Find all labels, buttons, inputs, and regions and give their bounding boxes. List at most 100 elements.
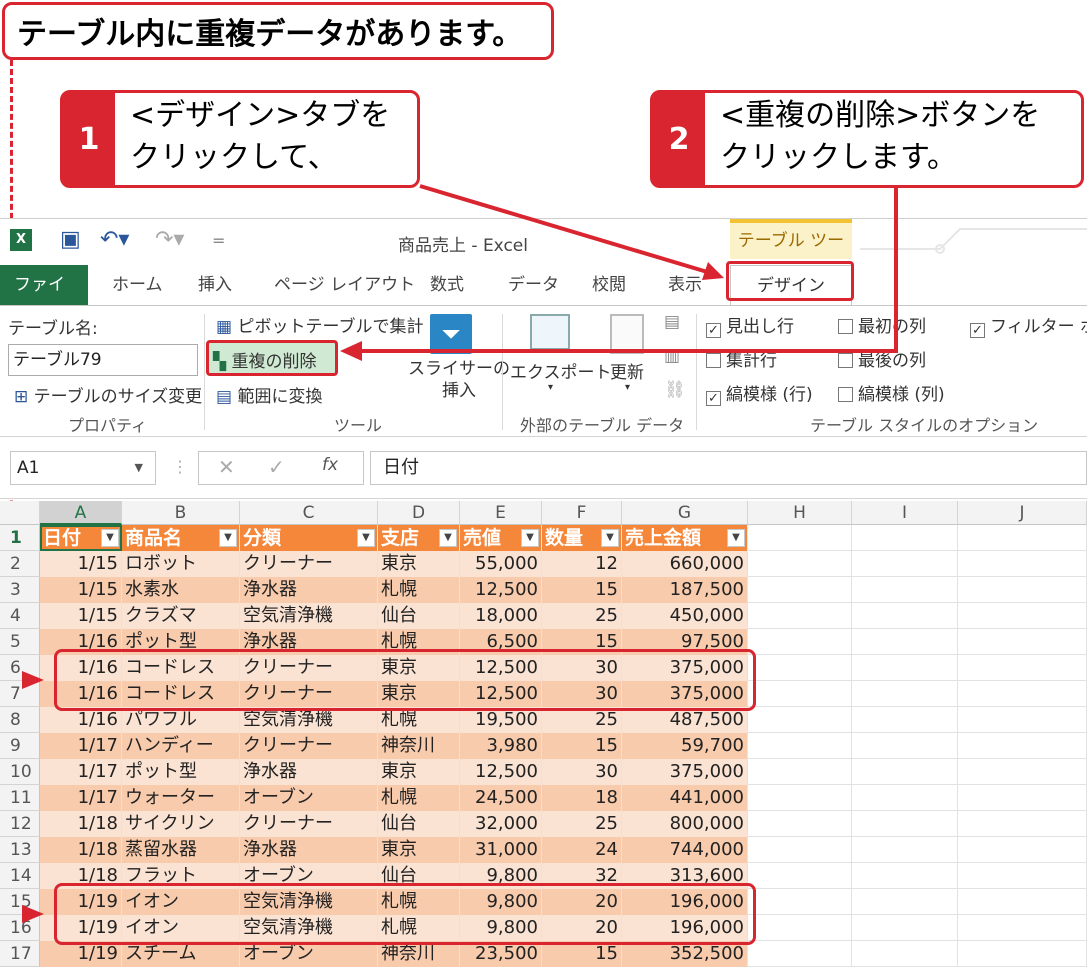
empty-cell[interactable]	[748, 837, 852, 863]
filter-dropdown-icon[interactable]: ▼	[727, 529, 745, 547]
empty-cell[interactable]	[958, 525, 1087, 551]
empty-cell[interactable]	[852, 889, 958, 915]
column-header-I[interactable]: I	[852, 501, 958, 525]
row-header-9[interactable]: 9	[0, 733, 40, 759]
table-cell[interactable]: 12,500	[460, 577, 542, 603]
empty-cell[interactable]	[748, 577, 852, 603]
table-cell[interactable]: 東京	[378, 551, 460, 577]
table-cell[interactable]: クリーナー	[240, 811, 378, 837]
empty-cell[interactable]	[958, 655, 1087, 681]
empty-cell[interactable]	[958, 915, 1087, 941]
table-cell[interactable]: 浄水器	[240, 759, 378, 785]
table-cell[interactable]: 800,000	[622, 811, 748, 837]
column-header-F[interactable]: F	[542, 501, 622, 525]
empty-cell[interactable]	[748, 551, 852, 577]
table-cell[interactable]: 仙台	[378, 603, 460, 629]
table-cell[interactable]: 18,000	[460, 603, 542, 629]
table-cell[interactable]: 660,000	[622, 551, 748, 577]
table-cell[interactable]: 187,500	[622, 577, 748, 603]
table-cell[interactable]: 1/18	[40, 811, 122, 837]
empty-cell[interactable]	[748, 759, 852, 785]
empty-cell[interactable]	[958, 551, 1087, 577]
empty-cell[interactable]	[958, 681, 1087, 707]
table-cell[interactable]: 31,000	[460, 837, 542, 863]
table-cell[interactable]: 24	[542, 837, 622, 863]
empty-cell[interactable]	[958, 785, 1087, 811]
table-cell[interactable]: 25	[542, 603, 622, 629]
table-cell[interactable]: 札幌	[378, 577, 460, 603]
table-cell[interactable]: 18	[542, 785, 622, 811]
table-cell[interactable]: 12,500	[460, 759, 542, 785]
empty-cell[interactable]	[748, 629, 852, 655]
table-cell[interactable]: 441,000	[622, 785, 748, 811]
table-cell[interactable]: 450,000	[622, 603, 748, 629]
empty-cell[interactable]	[852, 837, 958, 863]
table-cell[interactable]: 59,700	[622, 733, 748, 759]
column-header-C[interactable]: C	[240, 501, 378, 525]
empty-cell[interactable]	[748, 889, 852, 915]
empty-cell[interactable]	[748, 655, 852, 681]
enter-icon[interactable]: ✓	[268, 455, 285, 479]
filter-dropdown-icon[interactable]: ▼	[439, 529, 457, 547]
table-header-cell[interactable]: 売上金額 ▼	[622, 525, 748, 551]
column-header-E[interactable]: E	[460, 501, 542, 525]
table-cell[interactable]: 15	[542, 577, 622, 603]
column-header-H[interactable]: H	[748, 501, 852, 525]
row-header-4[interactable]: 4	[0, 603, 40, 629]
empty-cell[interactable]	[852, 629, 958, 655]
empty-cell[interactable]	[852, 707, 958, 733]
table-cell[interactable]: 30	[542, 759, 622, 785]
empty-cell[interactable]	[748, 915, 852, 941]
formula-input[interactable]: 日付	[370, 451, 1087, 485]
table-cell[interactable]: 1/15	[40, 551, 122, 577]
empty-cell[interactable]	[748, 707, 852, 733]
empty-cell[interactable]	[958, 577, 1087, 603]
row-header-17[interactable]: 17	[0, 941, 40, 967]
column-header-B[interactable]: B	[122, 501, 240, 525]
empty-cell[interactable]	[748, 941, 852, 967]
row-header-2[interactable]: 2	[0, 551, 40, 577]
row-header-11[interactable]: 11	[0, 785, 40, 811]
empty-cell[interactable]	[852, 941, 958, 967]
table-cell[interactable]: 25	[542, 811, 622, 837]
column-header-G[interactable]: G	[622, 501, 748, 525]
table-cell[interactable]: 浄水器	[240, 837, 378, 863]
table-cell[interactable]: 375,000	[622, 759, 748, 785]
table-header-cell[interactable]: 商品名 ▼	[122, 525, 240, 551]
empty-cell[interactable]	[958, 811, 1087, 837]
table-cell[interactable]: 1/15	[40, 577, 122, 603]
row-header-8[interactable]: 8	[0, 707, 40, 733]
table-cell[interactable]: 神奈川	[378, 733, 460, 759]
empty-cell[interactable]	[748, 603, 852, 629]
empty-cell[interactable]	[748, 863, 852, 889]
table-cell[interactable]: ウォーター	[122, 785, 240, 811]
empty-cell[interactable]	[748, 733, 852, 759]
row-header-14[interactable]: 14	[0, 863, 40, 889]
table-header-cell[interactable]: 分類 ▼	[240, 525, 378, 551]
table-cell[interactable]: 蒸留水器	[122, 837, 240, 863]
table-cell[interactable]: 3,980	[460, 733, 542, 759]
empty-cell[interactable]	[852, 525, 958, 551]
empty-cell[interactable]	[958, 733, 1087, 759]
table-cell[interactable]: 55,000	[460, 551, 542, 577]
table-cell[interactable]: 744,000	[622, 837, 748, 863]
table-cell[interactable]: 仙台	[378, 811, 460, 837]
table-cell[interactable]: 浄水器	[240, 577, 378, 603]
table-header-cell[interactable]: 数量 ▼	[542, 525, 622, 551]
table-cell[interactable]: 1/17	[40, 785, 122, 811]
table-cell[interactable]: ロボット	[122, 551, 240, 577]
empty-cell[interactable]	[958, 759, 1087, 785]
column-header-J[interactable]: J	[958, 501, 1087, 525]
row-header-5[interactable]: 5	[0, 629, 40, 655]
table-cell[interactable]: 15	[542, 733, 622, 759]
table-cell[interactable]: 12	[542, 551, 622, 577]
table-cell[interactable]: 1/17	[40, 759, 122, 785]
row-header-10[interactable]: 10	[0, 759, 40, 785]
empty-cell[interactable]	[852, 603, 958, 629]
empty-cell[interactable]	[852, 811, 958, 837]
table-cell[interactable]: 32,000	[460, 811, 542, 837]
column-header-D[interactable]: D	[378, 501, 460, 525]
row-header-12[interactable]: 12	[0, 811, 40, 837]
table-cell[interactable]: サイクリン	[122, 811, 240, 837]
table-cell[interactable]: ポット型	[122, 759, 240, 785]
